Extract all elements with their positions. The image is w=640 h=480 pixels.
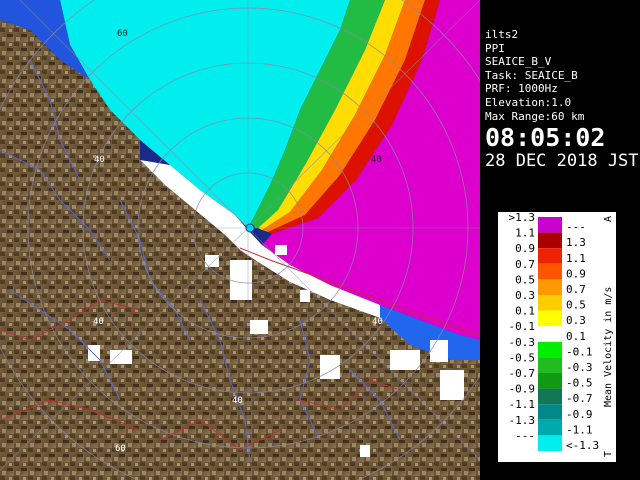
legend-left-label: 1.1 [515, 227, 535, 240]
legend-right-label: -0.5 [566, 377, 593, 390]
legend-left-label: -0.7 [509, 367, 536, 380]
legend-graphic: >1.3 --- 1.1 1.3 0.9 1.1 0.7 0.9 0.5 0.7 0.3 0.5 0.1… [509, 212, 615, 457]
legend-left-label: 0.1 [515, 305, 535, 318]
task-line: Task: SEAICE_B [485, 68, 578, 82]
max-range-line: Max Range:60 km [485, 109, 585, 123]
legend-right-label: 0.1 [566, 330, 586, 343]
radar-site-marker [245, 223, 255, 233]
radar-ppi-image: 60 40 40 40 40 40 60 [0, 0, 480, 480]
legend-swatch [538, 341, 562, 358]
radar-display: 60 40 40 40 40 40 60 ilts2 PPI SEAICE_B_… [0, 0, 640, 480]
legend-swatch [538, 326, 562, 342]
product-type: PPI [485, 41, 505, 55]
legend-left-label: 0.9 [515, 242, 535, 255]
legend-right-label: -1.1 [566, 423, 593, 436]
range-label-40-ne: 40 [371, 155, 382, 165]
legend-swatch [538, 404, 562, 420]
legend-right-label: 1.3 [566, 236, 586, 249]
legend-left-label: -1.1 [509, 398, 536, 411]
legend-arrow-bottom: T [603, 451, 614, 457]
legend-left-label: >1.3 [509, 212, 536, 224]
legend-right-label: 0.9 [566, 267, 586, 280]
elevation-line: Elevation:1.0 [485, 95, 572, 109]
info-panel: ilts2 PPI SEAICE_B_V Task: SEAICE_B PRF:… [480, 28, 640, 188]
legend-right-label: --- [566, 221, 586, 234]
data-name: SEAICE_B_V [485, 55, 552, 69]
legend-left-label: --- [515, 429, 535, 442]
legend-left-label: -0.1 [509, 320, 536, 333]
legend-left-label: 0.3 [515, 289, 535, 302]
legend-swatch [538, 217, 562, 233]
range-label-40-sw: 40 [93, 317, 104, 327]
legend-arrow-top: A [603, 216, 614, 222]
legend-right-label: 0.5 [566, 299, 586, 312]
legend-swatch [538, 295, 562, 311]
legend-left-label: 0.7 [515, 258, 535, 271]
range-label-40-se: 40 [372, 317, 383, 327]
range-label-60-nw: 60 [117, 29, 128, 39]
legend-left-label: 0.5 [515, 273, 535, 286]
legend-swatch [538, 419, 562, 436]
legend-swatch [538, 263, 562, 280]
legend-right-label: -0.9 [566, 408, 593, 421]
velocity-legend: >1.3 --- 1.1 1.3 0.9 1.1 0.7 0.9 0.5 0.7 0.3 0.5 0.1… [498, 212, 616, 462]
legend-right-label: -0.7 [566, 392, 593, 405]
legend-right-label: 1.1 [566, 252, 586, 265]
legend-swatch [538, 435, 562, 451]
legend-left-label: -0.5 [509, 351, 536, 364]
legend-right-label: 0.7 [566, 283, 586, 296]
legend-swatch [538, 357, 562, 373]
range-label-60-s: 60 [115, 444, 126, 454]
legend-right-label: -0.3 [566, 361, 593, 374]
legend-right-label: <-1.3 [566, 439, 599, 452]
legend-left-label: -1.3 [509, 414, 536, 427]
legend-swatch [538, 279, 562, 295]
prf-line: PRF: 1000Hz [485, 82, 558, 96]
legend-swatch [538, 232, 562, 249]
legend-swatch [538, 373, 562, 389]
observation-date: 28 DEC 2018 JST [485, 151, 639, 172]
legend-swatch [538, 310, 562, 327]
legend-left-label: -0.3 [509, 336, 536, 349]
observation-time: 08:05:02 [485, 123, 606, 153]
range-label-40-s: 40 [232, 396, 243, 406]
range-label-40-w: 40 [94, 155, 105, 165]
legend-left-label: -0.9 [509, 383, 536, 396]
legend-swatch [538, 248, 562, 264]
legend-swatch [538, 388, 562, 405]
site-name: ilts2 [485, 28, 519, 41]
legend-right-label: -0.1 [566, 345, 593, 358]
legend-title: Mean Velocity in m/s [603, 287, 614, 407]
legend-right-label: 0.3 [566, 314, 586, 327]
